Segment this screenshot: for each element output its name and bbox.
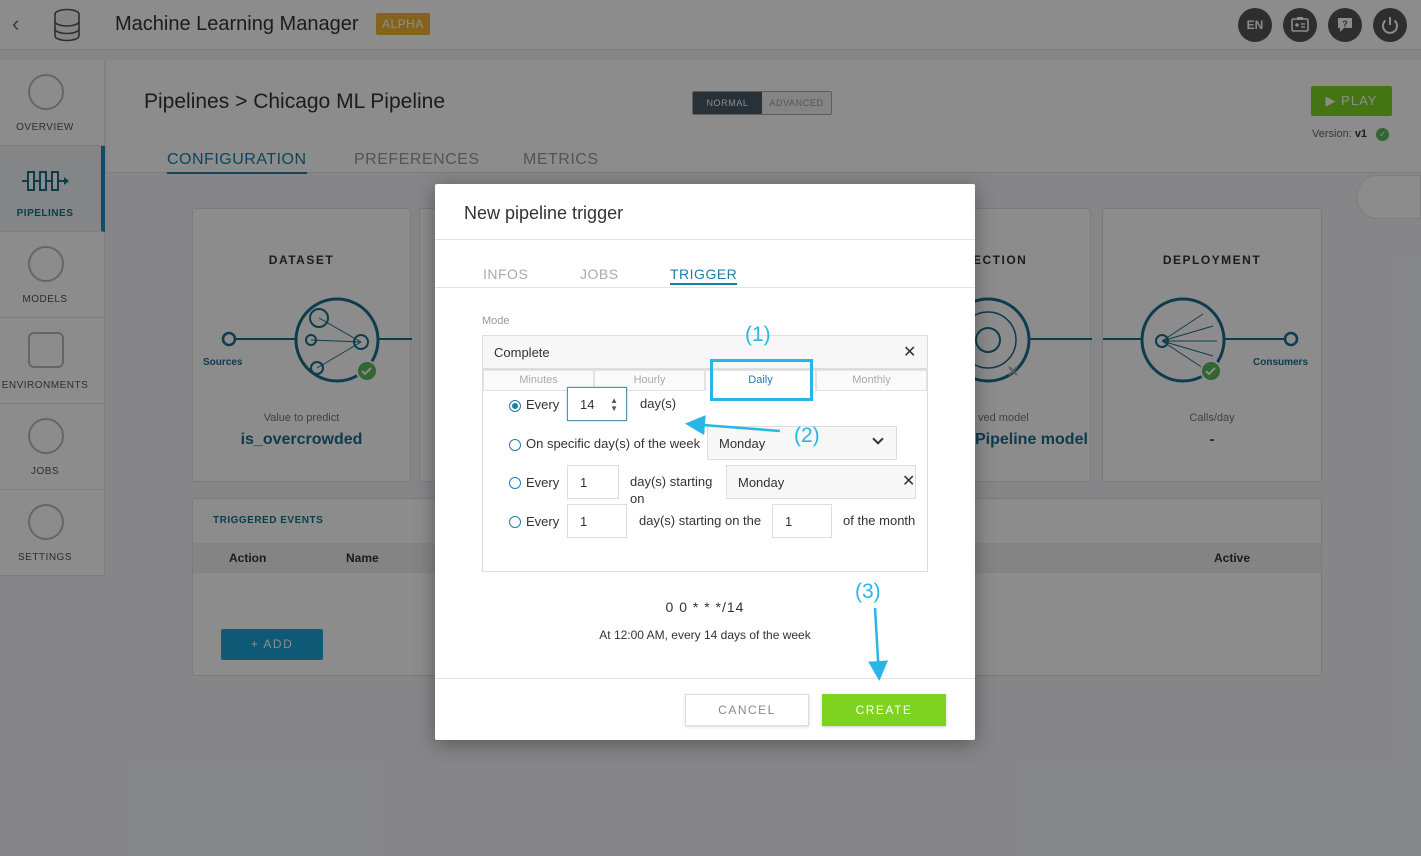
cron-expression: 0 0 * * */14 bbox=[665, 599, 745, 615]
input-value: 1 bbox=[785, 514, 793, 529]
cron-description: At 12:00 AM, every 14 days of the week bbox=[599, 628, 811, 642]
every-days-starting-input[interactable]: 1 bbox=[567, 465, 619, 499]
mode-label: Mode bbox=[482, 315, 510, 327]
frequency-tabs: Minutes Hourly Daily Monthly bbox=[483, 370, 927, 391]
mode-select[interactable]: Complete ✕ bbox=[482, 335, 928, 369]
option-label: Every bbox=[526, 397, 560, 412]
create-button[interactable]: CREATE bbox=[822, 694, 946, 726]
divider bbox=[435, 678, 975, 679]
weekday-select-value: Monday bbox=[719, 436, 766, 451]
starting-day-value: Monday bbox=[738, 475, 785, 490]
days-unit-label: day(s) bbox=[640, 396, 677, 411]
days-starting-label: day(s) starting bbox=[630, 474, 713, 489]
cancel-button[interactable]: CANCEL bbox=[685, 694, 809, 726]
starting-day-select[interactable]: Monday ✕ bbox=[726, 465, 916, 499]
option-label: Every bbox=[526, 514, 560, 529]
days-starting-label-on: on bbox=[630, 491, 645, 506]
annotation-step-1: (1) bbox=[745, 323, 771, 346]
radio-every-n-days-starting[interactable] bbox=[509, 477, 521, 489]
divider bbox=[435, 287, 975, 288]
every-days-month-input[interactable]: 1 bbox=[567, 504, 627, 538]
chevron-down-icon bbox=[872, 433, 884, 445]
annotation-step-3: (3) bbox=[855, 580, 881, 603]
new-trigger-modal: New pipeline trigger INFOS JOBS TRIGGER … bbox=[435, 184, 975, 740]
every-days-value: 14 bbox=[580, 397, 595, 412]
frequency-tab-monthly[interactable]: Monthly bbox=[816, 370, 927, 391]
input-value: 1 bbox=[580, 475, 588, 490]
clear-icon[interactable]: ✕ bbox=[903, 345, 916, 361]
month-day-input[interactable]: 1 bbox=[772, 504, 832, 538]
tab-trigger[interactable]: TRIGGER bbox=[670, 266, 738, 285]
every-days-input[interactable]: 14 ▲ ▼ bbox=[567, 387, 627, 421]
radio-specific-days[interactable] bbox=[509, 439, 521, 451]
radio-every-n-days[interactable] bbox=[509, 400, 521, 412]
tab-jobs[interactable]: JOBS bbox=[580, 266, 619, 282]
tab-infos[interactable]: INFOS bbox=[483, 266, 528, 282]
annotation-step-2: (2) bbox=[794, 424, 820, 447]
annotation-highlight-box bbox=[710, 359, 813, 401]
radio-every-n-days-month[interactable] bbox=[509, 516, 521, 528]
input-value: 1 bbox=[580, 514, 588, 529]
option-label: Every bbox=[526, 475, 560, 490]
days-starting-on-the-label: day(s) starting on the bbox=[639, 513, 762, 528]
option-label: On specific day(s) of the week bbox=[526, 436, 701, 451]
modal-title: New pipeline trigger bbox=[464, 203, 624, 223]
divider bbox=[435, 239, 975, 240]
mode-select-value: Complete bbox=[494, 345, 550, 360]
clear-icon[interactable]: ✕ bbox=[902, 474, 915, 490]
of-the-month-label: of the month bbox=[843, 513, 916, 528]
frequency-panel: Minutes Hourly Daily Monthly Every 14 ▲ ▼… bbox=[482, 369, 928, 572]
stepper-icon[interactable]: ▲ ▼ bbox=[610, 397, 618, 413]
